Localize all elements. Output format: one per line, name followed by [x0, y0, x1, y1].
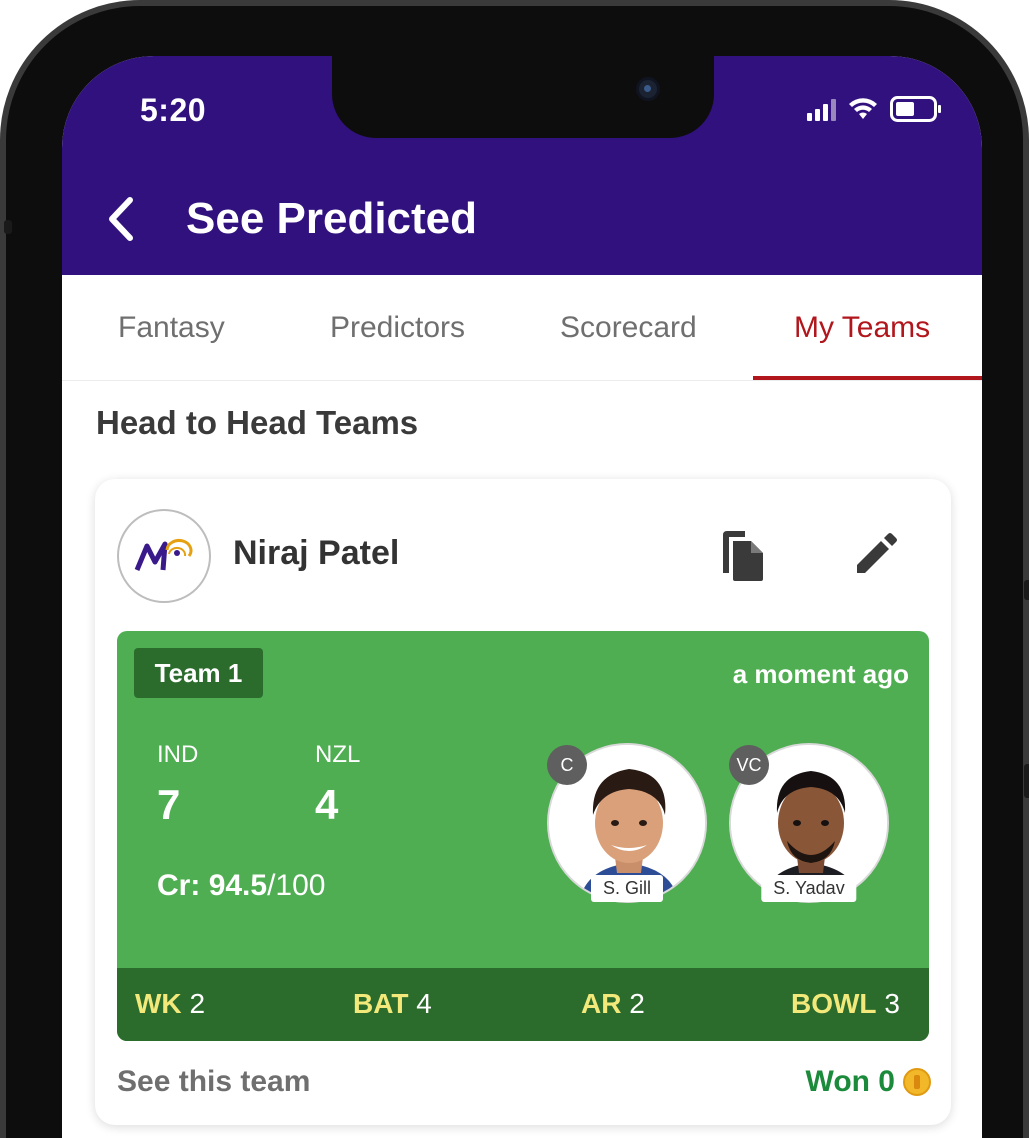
tab-predictors[interactable]: Predictors	[330, 311, 465, 345]
credits: Cr: 94.5/100	[157, 869, 325, 903]
captain-player[interactable]: C S. Gill	[547, 743, 707, 903]
role-label: WK	[135, 988, 182, 1019]
role-stat-bat: BAT 4	[353, 988, 432, 1020]
won-label: Won 0	[805, 1065, 895, 1098]
active-tab-indicator	[753, 376, 982, 380]
team-preview-field[interactable]: Team 1 a moment ago IND 7 NZL 4 Cr: 94.5…	[117, 631, 929, 1041]
vice-captain-badge: VC	[729, 745, 769, 785]
copy-icon	[723, 531, 763, 581]
page-title: See Predicted	[186, 194, 478, 243]
vice-captain-name: S. Yadav	[761, 875, 857, 902]
tab-bar: Fantasy Predictors Scorecard My Teams	[62, 275, 982, 381]
captain-name: S. Gill	[590, 875, 664, 902]
camera-icon	[636, 77, 660, 101]
role-count: 4	[416, 988, 432, 1019]
coin-icon	[903, 1068, 931, 1096]
team-code-ind: IND	[157, 741, 199, 768]
see-this-team-link[interactable]: See this team	[117, 1065, 310, 1099]
tab-fantasy[interactable]: Fantasy	[118, 311, 225, 345]
role-stat-wk: WK 2	[135, 988, 205, 1020]
avatar	[117, 509, 211, 603]
role-stat-bowl: BOWL 3	[791, 988, 900, 1020]
role-count: 2	[189, 988, 206, 1019]
phone-frame: 5:20 See Predicted Fantasy Predictors Sc…	[0, 0, 1029, 1138]
signal-icon	[807, 97, 836, 121]
wifi-icon	[848, 97, 878, 121]
side-button	[1024, 580, 1029, 600]
role-label: AR	[581, 988, 622, 1019]
role-count: 3	[884, 988, 900, 1019]
captain-badge: C	[547, 745, 587, 785]
back-button[interactable]	[98, 194, 142, 244]
team-timestamp: a moment ago	[732, 659, 909, 689]
role-stat-ar: AR 2	[581, 988, 645, 1020]
credits-total: /100	[267, 869, 326, 902]
app-screen: 5:20 See Predicted Fantasy Predictors Sc…	[62, 56, 982, 1138]
copy-team-button[interactable]	[719, 529, 767, 583]
tab-scorecard[interactable]: Scorecard	[560, 311, 697, 345]
role-label: BOWL	[791, 988, 877, 1019]
vice-captain-player[interactable]: VC S. Yadav	[729, 743, 889, 903]
team-count-nzl: 4	[315, 781, 339, 828]
role-label: BAT	[353, 988, 409, 1019]
team-count-ind: 7	[157, 781, 181, 828]
team-label-badge: Team 1	[134, 648, 263, 698]
status-time: 5:20	[140, 92, 207, 128]
team-code-nzl: NZL	[315, 741, 361, 768]
credits-used: 94.5	[208, 869, 268, 902]
team-card: Niraj Patel Team 1 a moment ago IND 7 NZ…	[95, 479, 951, 1125]
role-count: 2	[629, 988, 645, 1019]
notch	[332, 56, 714, 138]
battery-icon	[890, 96, 942, 122]
side-button	[4, 220, 12, 234]
section-title: Head to Head Teams	[96, 404, 419, 441]
tab-my-teams[interactable]: My Teams	[794, 311, 930, 345]
app-header: 5:20 See Predicted	[62, 56, 982, 275]
credits-prefix: Cr:	[157, 869, 201, 902]
edit-team-button[interactable]	[851, 531, 899, 579]
back-arrow-icon	[109, 197, 133, 241]
role-counts-bar: WK 2 BAT 4 AR 2 BOWL 3	[117, 968, 929, 1041]
edit-pencil-icon	[857, 533, 897, 573]
user-name: Niraj Patel	[233, 534, 400, 572]
status-icons	[807, 96, 942, 122]
won-amount: Won 0	[806, 1065, 931, 1099]
app-logo-icon	[134, 539, 193, 571]
side-button	[1024, 764, 1029, 798]
